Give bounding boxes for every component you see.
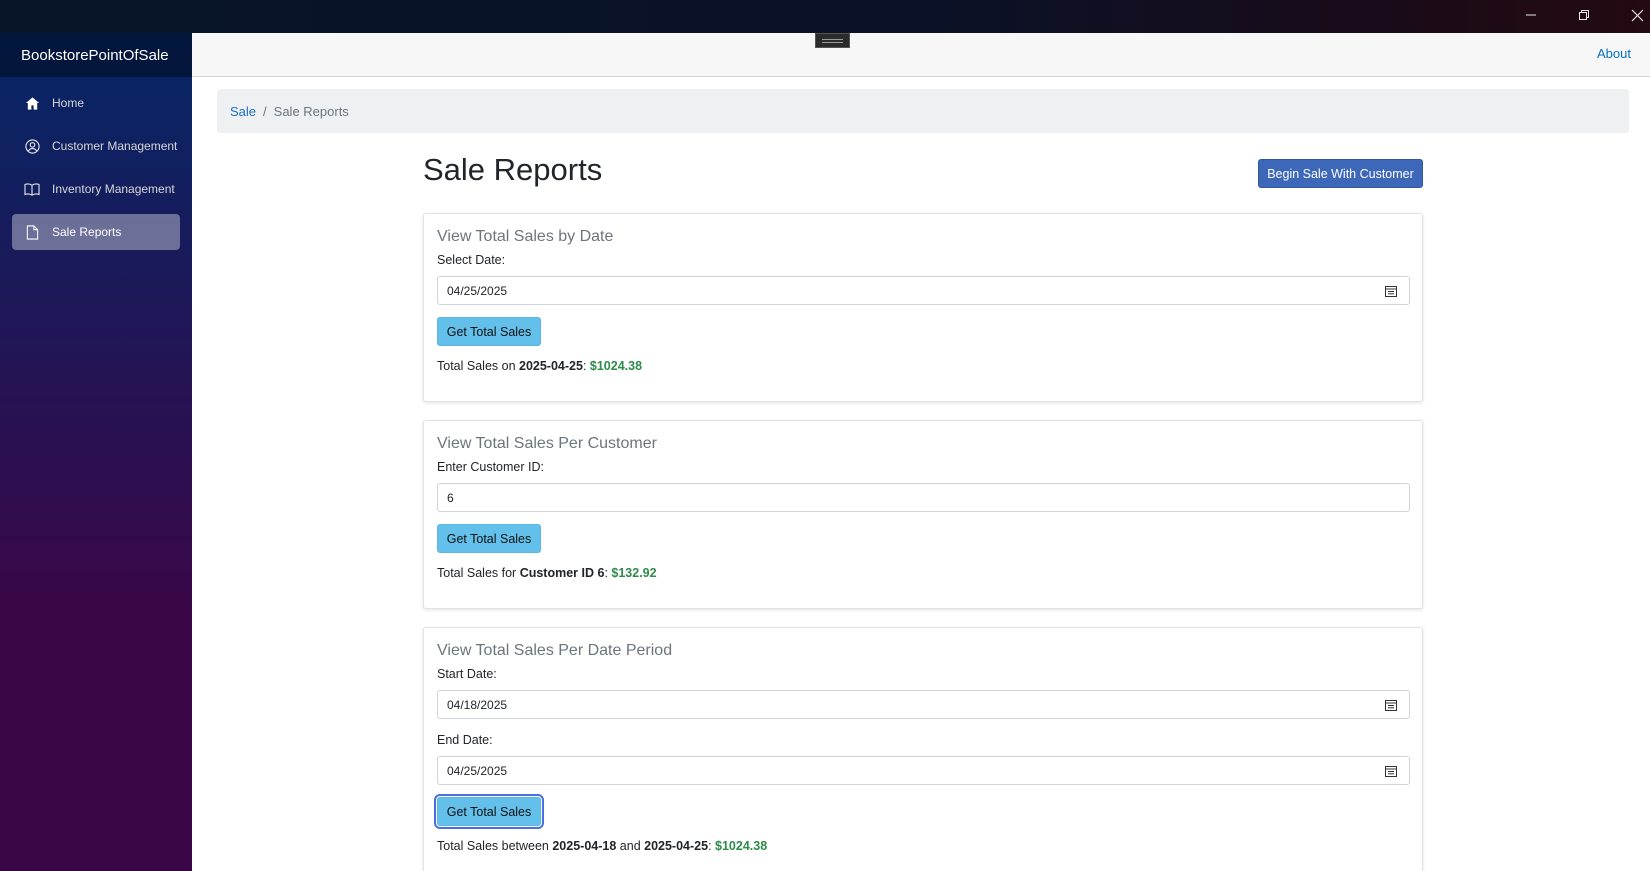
start-date-value: 04/18/2025 [447, 697, 508, 712]
minimize-button[interactable] [1506, 0, 1556, 30]
calendar-icon[interactable] [1385, 765, 1397, 777]
person-circle-icon [24, 138, 40, 154]
minimize-icon [1526, 14, 1536, 16]
top-row: About [192, 33, 1650, 77]
sidebar-item-label: Home [52, 96, 85, 110]
customer-id-value: 6 [447, 490, 454, 505]
restore-button[interactable] [1559, 0, 1609, 30]
end-date-input[interactable]: 04/25/2025 [437, 756, 1410, 785]
select-date-value: 04/25/2025 [447, 283, 508, 298]
card-title: View Total Sales by Date [437, 228, 614, 245]
end-date-value: 04/25/2025 [447, 763, 508, 778]
sidebar-item-home[interactable]: Home [12, 85, 180, 121]
breadcrumb-link-sale[interactable]: Sale [230, 104, 256, 119]
sidebar-item-customer-management[interactable]: Customer Management [12, 128, 180, 164]
close-icon [1631, 9, 1643, 21]
start-date-input[interactable]: 04/18/2025 [437, 690, 1410, 719]
result-amount: $1024.38 [715, 839, 768, 853]
app-brand[interactable]: BookstorePointOfSale [21, 47, 169, 64]
end-date-label: End Date: [437, 733, 493, 747]
select-date-label: Select Date: [437, 253, 506, 267]
select-date-input[interactable]: 04/25/2025 [437, 276, 1410, 305]
result-colon: : [708, 839, 716, 853]
restore-icon [1579, 10, 1589, 20]
sidebar-item-label: Inventory Management [52, 182, 175, 196]
window-titlebar [0, 0, 1650, 33]
begin-sale-with-customer-button[interactable]: Begin Sale With Customer [1258, 159, 1423, 188]
sidebar-item-label: Sale Reports [52, 225, 122, 239]
get-total-sales-by-date-button[interactable]: Get Total Sales [437, 317, 541, 346]
about-link[interactable]: About [1597, 46, 1631, 61]
close-button[interactable] [1612, 0, 1650, 30]
total-sales-by-date-card: View Total Sales by Date Select Date: 04… [423, 213, 1423, 402]
total-sales-per-customer-card: View Total Sales Per Customer Enter Cust… [423, 420, 1423, 609]
book-icon [24, 181, 40, 197]
result-start-date: 2025-04-18 [552, 839, 617, 853]
sidebar-nav: Home Customer Management Inventory Manag… [0, 77, 192, 250]
sidebar-item-sale-reports[interactable]: Sale Reports [12, 214, 180, 250]
start-date-label: Start Date: [437, 667, 497, 681]
result-colon: : [582, 359, 590, 373]
result-customer: Customer ID 6 [519, 566, 605, 580]
result-amount: $132.92 [611, 566, 657, 580]
result-end-date: 2025-04-25 [644, 839, 709, 853]
get-total-sales-per-period-button[interactable]: Get Total Sales [434, 794, 544, 829]
total-sales-per-date-period-card: View Total Sales Per Date Period Start D… [423, 627, 1423, 871]
home-icon [24, 95, 40, 111]
brand-bar: BookstorePointOfSale [0, 33, 192, 77]
result-prefix: Total Sales between [437, 839, 553, 853]
calendar-icon[interactable] [1385, 699, 1397, 711]
result-prefix: Total Sales for [437, 566, 520, 580]
result-and: and [616, 839, 645, 853]
breadcrumb-current: Sale Reports [273, 103, 349, 119]
total-sales-per-customer-result: Total Sales for Customer ID 6: $132.92 [437, 566, 657, 580]
calendar-icon[interactable] [1385, 285, 1397, 297]
result-date: 2025-04-25 [519, 359, 583, 373]
total-sales-by-date-result: Total Sales on 2025-04-25: $1024.38 [437, 359, 642, 373]
get-total-sales-per-customer-button[interactable]: Get Total Sales [437, 524, 541, 553]
breadcrumb-separator: / [263, 103, 267, 119]
card-title: View Total Sales Per Customer [437, 435, 657, 452]
page-title: Sale Reports [423, 152, 603, 187]
breadcrumb: Sale / Sale Reports [217, 89, 1629, 133]
result-prefix: Total Sales on [437, 359, 519, 373]
total-sales-per-period-result: Total Sales between 2025-04-18 and 2025-… [437, 839, 767, 853]
customer-id-input[interactable]: 6 [437, 483, 1410, 512]
sidebar-item-inventory-management[interactable]: Inventory Management [12, 171, 180, 207]
document-icon [24, 224, 40, 240]
sidebar-item-label: Customer Management [52, 139, 178, 153]
card-title: View Total Sales Per Date Period [437, 642, 673, 659]
drag-handle[interactable] [815, 33, 850, 48]
customer-id-label: Enter Customer ID: [437, 460, 544, 474]
result-amount: $1024.38 [589, 359, 643, 373]
sidebar: BookstorePointOfSale Home Customer Manag… [0, 33, 192, 871]
